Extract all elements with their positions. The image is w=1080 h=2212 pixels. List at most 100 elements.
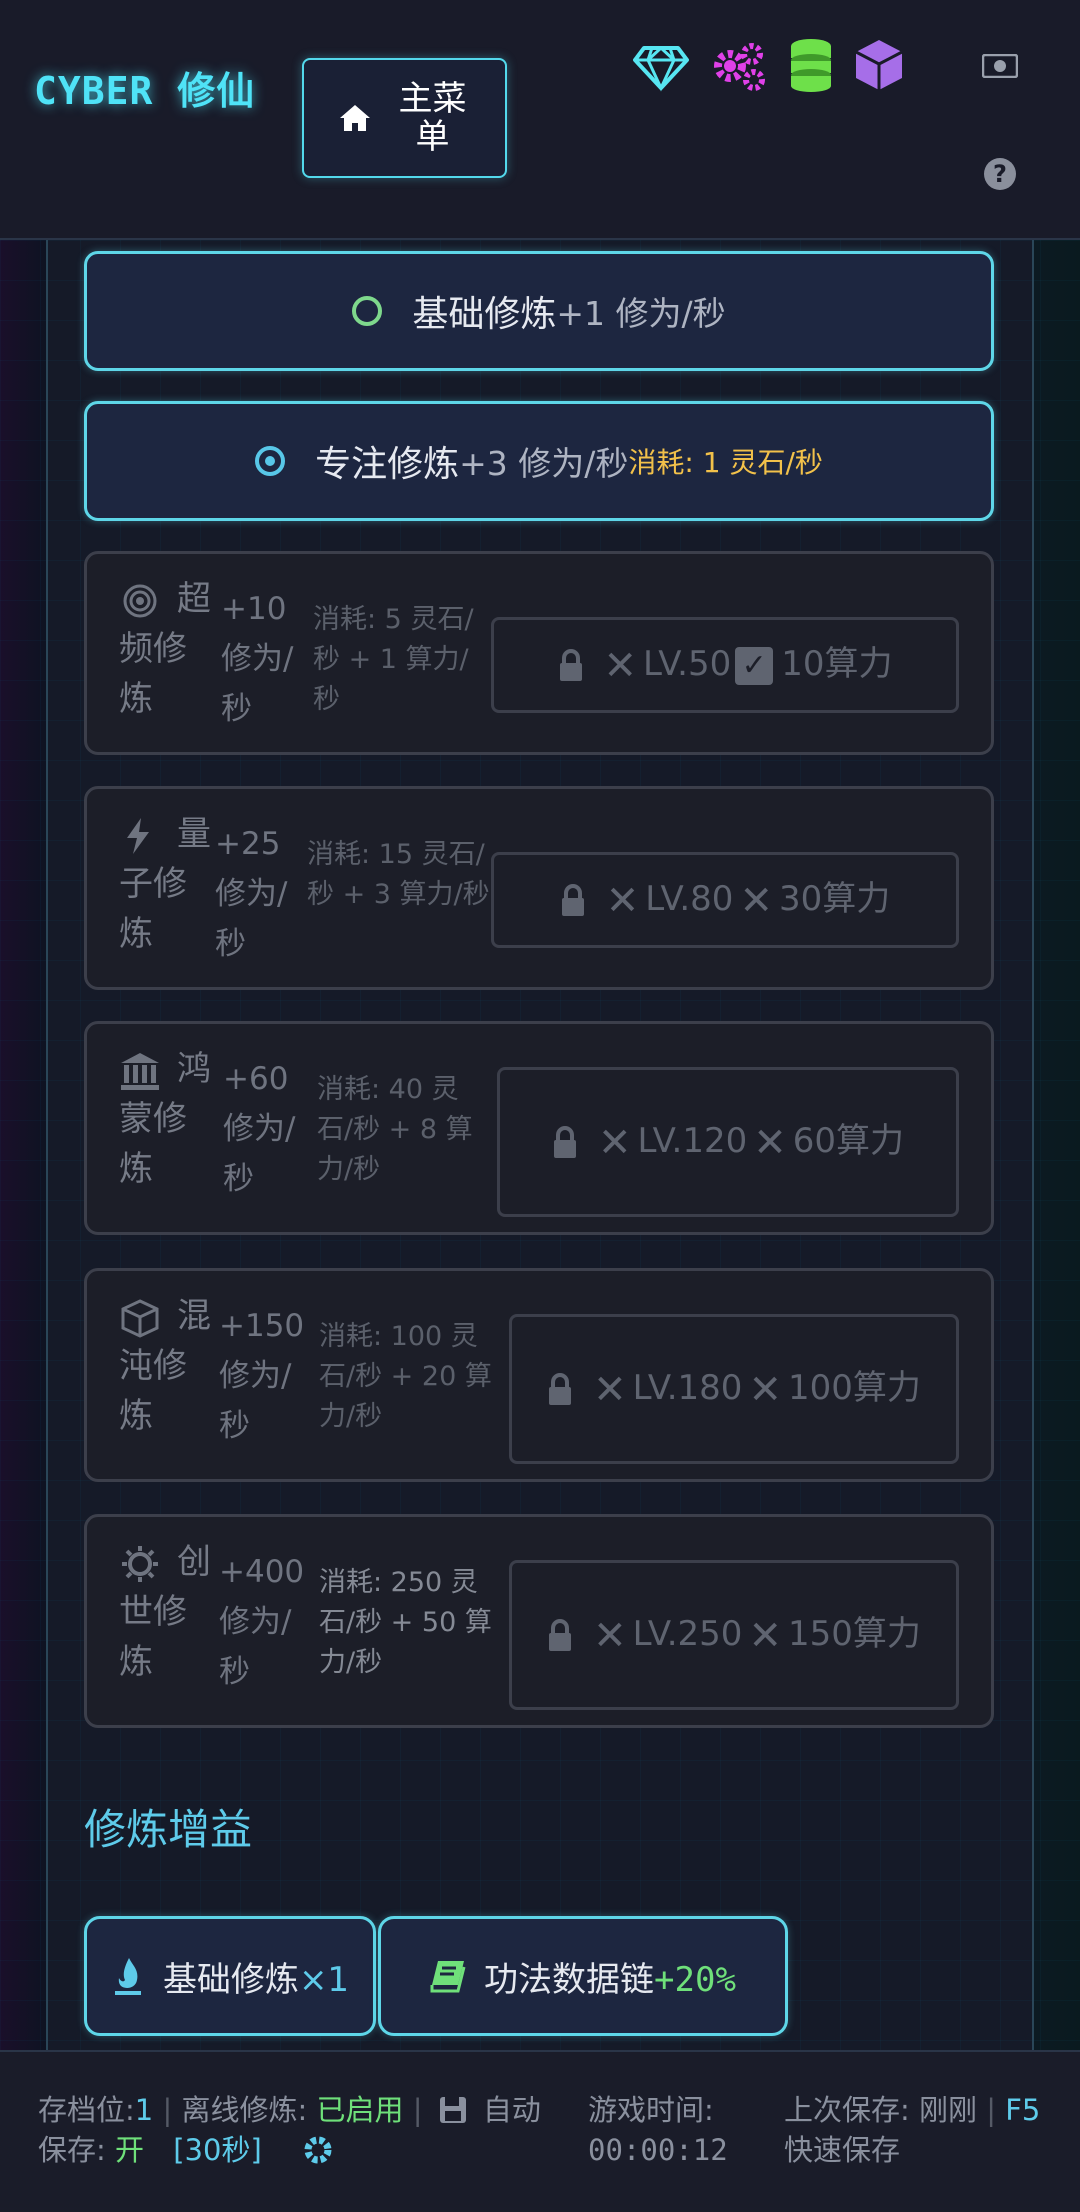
req-compute: 100算力 xyxy=(787,1368,921,1409)
mode-focus-cultivation[interactable]: 专注修炼 +3 修为/秒 消耗: 1 灵石/秒 xyxy=(84,401,994,521)
gear-icon[interactable] xyxy=(301,2133,335,2167)
mode-hongmeng-cultivation[interactable]: 鸿蒙修炼 +60 修为/秒 消耗: 40 灵石/秒 + 8 算力/秒 ✕ LV.1… xyxy=(84,1021,994,1235)
mode-rate: +3 修为/秒 xyxy=(459,444,629,483)
box-icon xyxy=(121,1298,159,1338)
x-mark-icon: ✕ xyxy=(597,1119,632,1166)
lock-icon xyxy=(549,1372,572,1405)
offline-value: 已启用 xyxy=(316,2093,404,2127)
lock-icon xyxy=(553,1125,576,1158)
mode-rate: +150 修为/秒 xyxy=(219,1308,305,1444)
mode-rate: +25 修为/秒 xyxy=(215,826,288,962)
checkbox-checked-icon: ✓ xyxy=(735,646,774,685)
game-time: 游戏时间: 00:00:12 xyxy=(588,2090,728,2170)
x-mark-icon: ✕ xyxy=(739,877,773,924)
game-time-label: 游戏时间: xyxy=(588,2093,714,2127)
req-level: LV.120 xyxy=(637,1121,748,1162)
mode-cost: 消耗: 100 灵石/秒 + 20 算力/秒 xyxy=(319,1321,492,1432)
unlock-requirements: ✕ LV.50 ✓ 10算力 xyxy=(491,617,959,713)
req-level: LV.50 xyxy=(643,644,732,685)
req-level: LV.250 xyxy=(632,1614,743,1655)
mode-cost: 消耗: 5 灵石/秒 + 1 算力/秒 xyxy=(313,604,474,715)
x-mark-icon: ✕ xyxy=(593,1612,627,1659)
buff-value: +20% xyxy=(654,1959,736,2000)
radio-icon xyxy=(352,296,383,326)
req-compute: 30算力 xyxy=(778,879,891,920)
status-bar: 存档位:1 | 离线修炼: 已启用 | 自动保存: 开 [30秒] 游戏时间: … xyxy=(0,2050,1080,2212)
cash-icon[interactable] xyxy=(982,54,1018,78)
lock-icon xyxy=(561,883,584,916)
gears-icon[interactable] xyxy=(710,36,768,94)
lock-icon xyxy=(559,648,582,681)
autosave-value[interactable]: 开 xyxy=(115,2133,144,2167)
main-menu-label: 主菜单 xyxy=(398,79,467,157)
autosave-interval[interactable]: [30秒] xyxy=(173,2133,262,2167)
flame-icon xyxy=(114,1958,141,1995)
unlock-requirements: ✕ LV.80 ✕ 30算力 xyxy=(491,852,959,948)
mode-cost: 消耗: 250 灵石/秒 + 50 算力/秒 xyxy=(319,1567,492,1678)
mode-cost: 消耗: 1 灵石/秒 xyxy=(628,446,823,479)
help-icon[interactable]: ? xyxy=(984,158,1016,190)
buff-technique-data-link[interactable]: 功法数据链+20% xyxy=(378,1916,788,2036)
unlock-requirements: ✕ LV.120 ✕ 60算力 xyxy=(497,1067,959,1217)
req-compute: 150算力 xyxy=(787,1614,921,1655)
sun-icon xyxy=(122,1545,158,1582)
game-screen: CYBER 修仙 主菜单 ? 基础修炼 +1 修为/秒 专注修炼 +3 修为/秒… xyxy=(0,0,1080,2212)
save-slot-value: 1 xyxy=(134,2093,154,2127)
x-mark-icon: ✕ xyxy=(605,877,640,924)
x-mark-icon: ✕ xyxy=(748,1366,782,1413)
game-logo: CYBER 修仙 xyxy=(34,69,256,113)
bolt-icon xyxy=(127,817,149,854)
req-level: LV.180 xyxy=(632,1368,743,1409)
req-level: LV.80 xyxy=(645,879,734,920)
mode-name: 专注修炼 xyxy=(315,444,460,485)
home-icon xyxy=(339,105,370,131)
top-bar: CYBER 修仙 主菜单 ? xyxy=(0,0,1080,240)
column-border-right xyxy=(1032,240,1034,2050)
mode-overclock-cultivation[interactable]: 超频修炼 +10 修为/秒 消耗: 5 灵石/秒 + 1 算力/秒 ✕ LV.50… xyxy=(84,551,994,755)
temple-icon xyxy=(121,1052,159,1090)
save-slot-label: 存档位: xyxy=(38,2093,135,2127)
mode-basic-cultivation[interactable]: 基础修炼 +1 修为/秒 xyxy=(84,251,994,371)
mode-name-wrap: 创世修炼 xyxy=(119,1537,215,1687)
req-compute: 10算力 xyxy=(781,644,893,685)
book-icon xyxy=(430,1961,466,1993)
buff-name: 基础修炼 xyxy=(162,1959,299,2000)
mode-chaos-cultivation[interactable]: 混沌修炼 +150 修为/秒 消耗: 100 灵石/秒 + 20 算力/秒 ✕ L… xyxy=(84,1268,994,1482)
unlock-requirements: ✕ LV.250 ✕ 150算力 xyxy=(509,1560,959,1710)
unlock-requirements: ✕ LV.180 ✕ 100算力 xyxy=(509,1314,959,1464)
x-mark-icon: ✕ xyxy=(753,1119,787,1166)
last-save-info: 上次保存: 刚刚 | F5 快速保存 xyxy=(784,2093,1041,2167)
lock-icon xyxy=(549,1618,572,1651)
game-time-value: 00:00:12 xyxy=(588,2133,728,2167)
quicksave-label[interactable]: 快速保存 xyxy=(784,2133,900,2167)
mode-name-wrap: 鸿蒙修炼 xyxy=(119,1044,215,1194)
target-icon xyxy=(123,584,157,617)
x-mark-icon: ✕ xyxy=(603,642,638,689)
mode-name-wrap: 量子修炼 xyxy=(119,809,215,959)
quicksave-key[interactable]: F5 xyxy=(1005,2093,1040,2127)
diamond-icon[interactable] xyxy=(632,36,690,94)
coins-stack-icon[interactable] xyxy=(782,36,840,94)
mode-rate: +1 修为/秒 xyxy=(556,294,726,333)
mode-rate: +400 修为/秒 xyxy=(219,1554,305,1690)
mode-cost: 消耗: 15 灵石/秒 + 3 算力/秒 xyxy=(307,839,490,910)
column-border-left xyxy=(46,240,48,2050)
mode-name-wrap: 超频修炼 xyxy=(119,574,215,724)
x-mark-icon: ✕ xyxy=(593,1366,627,1413)
cube-icon[interactable] xyxy=(850,36,908,94)
main-menu-button[interactable]: 主菜单 xyxy=(302,58,507,178)
buff-basic-cultivation[interactable]: 基础修炼×1 xyxy=(84,1916,376,2036)
mode-rate: +10 修为/秒 xyxy=(221,591,294,727)
x-mark-icon: ✕ xyxy=(748,1612,782,1659)
last-save-label: 上次保存: xyxy=(784,2093,910,2127)
buff-value: ×1 xyxy=(298,1959,350,2000)
floppy-disk-icon xyxy=(439,2097,466,2123)
save-status: 存档位:1 | 离线修炼: 已启用 | 自动保存: 开 [30秒] xyxy=(38,2093,541,2167)
mode-name: 基础修炼 xyxy=(412,294,557,335)
req-compute: 60算力 xyxy=(792,1121,905,1162)
offline-label: 离线修炼: xyxy=(181,2093,308,2127)
buff-name: 功法数据链 xyxy=(484,1959,655,2000)
mode-name-wrap: 混沌修炼 xyxy=(119,1291,215,1441)
mode-quantum-cultivation[interactable]: 量子修炼 +25 修为/秒 消耗: 15 灵石/秒 + 3 算力/秒 ✕ LV.8… xyxy=(84,786,994,990)
mode-genesis-cultivation[interactable]: 创世修炼 +400 修为/秒 消耗: 250 灵石/秒 + 50 算力/秒 ✕ L… xyxy=(84,1514,994,1728)
